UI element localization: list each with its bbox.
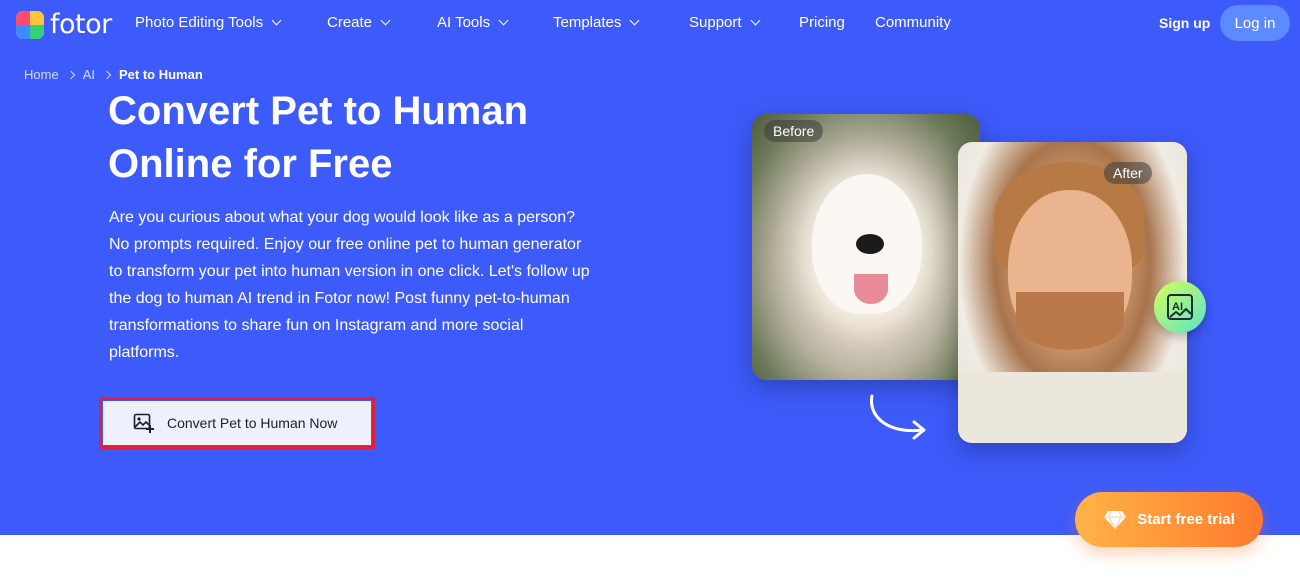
nav-community[interactable]: Community [875,14,951,31]
ai-image-icon: AI [1154,281,1206,333]
after-label: After [1104,162,1152,184]
top-navbar: fotor Photo Editing Tools Create AI Tool… [0,0,1300,48]
nav-pricing[interactable]: Pricing [799,14,845,31]
nav-label: AI Tools [437,14,491,31]
curved-arrow-icon [870,394,926,440]
chevron-right-icon [66,70,75,79]
after-image: After [958,142,1187,443]
svg-text:AI: AI [1172,301,1183,313]
nav-templates[interactable]: Templates [553,14,640,31]
page-title: Convert Pet to Human Online for Free [108,85,668,191]
nav-create[interactable]: Create [327,14,391,31]
dog-tongue [854,274,888,304]
nav-support[interactable]: Support [689,14,760,31]
hero-description: Are you curious about what your dog woul… [109,204,669,366]
nav-label: Photo Editing Tools [135,14,264,31]
man-beard [1016,292,1124,350]
nav-label: Create [327,14,373,31]
signup-link[interactable]: Sign up [1159,15,1210,31]
brand-name: fotor [50,9,112,40]
nav-ai-tools[interactable]: AI Tools [437,14,509,31]
chevron-down-icon [271,15,282,26]
cta-label: Convert Pet to Human Now [167,415,338,431]
nav-label: Pricing [799,14,845,31]
login-button[interactable]: Log in [1220,5,1290,41]
nav-photo-editing-tools[interactable]: Photo Editing Tools [135,14,282,31]
chevron-down-icon [750,15,760,26]
description-line: to transform your pet into human version… [109,263,590,280]
description-line: the dog to human AI trend in Fotor now! … [109,290,570,307]
image-add-icon [133,413,154,433]
chevron-down-icon [498,15,509,26]
description-line: platforms. [109,344,180,361]
breadcrumb-ai[interactable]: AI [83,67,95,82]
ai-image-glyph: AI [1167,294,1193,320]
description-line: transformations to share fun on Instagra… [109,317,524,334]
description-line: Are you curious about what your dog woul… [109,209,576,226]
chevron-down-icon [629,15,640,26]
breadcrumb: Home AI Pet to Human [24,67,203,82]
diamond-icon [1104,510,1127,530]
chevron-right-icon [102,70,112,79]
nav-label: Support [689,14,742,31]
nav-label: Community [875,14,951,31]
title-line-2: Online for Free [108,142,393,186]
man-shirt [958,372,1187,443]
fotor-logo-icon [16,10,44,39]
nav-label: Templates [553,14,622,31]
title-line-1: Convert Pet to Human [108,89,529,133]
before-label: Before [764,120,824,142]
convert-pet-to-human-button[interactable]: Convert Pet to Human Now [103,401,371,445]
fotor-logo[interactable]: fotor [16,9,112,40]
dog-nose [856,234,884,254]
before-image: Before [752,114,980,380]
start-free-trial-button[interactable]: Start free trial [1075,492,1263,547]
chevron-down-icon [380,15,391,26]
description-line: No prompts required. Enjoy our free onli… [109,236,582,253]
breadcrumb-home[interactable]: Home [24,67,59,82]
breadcrumb-current: Pet to Human [118,67,203,82]
trial-label: Start free trial [1137,511,1235,528]
